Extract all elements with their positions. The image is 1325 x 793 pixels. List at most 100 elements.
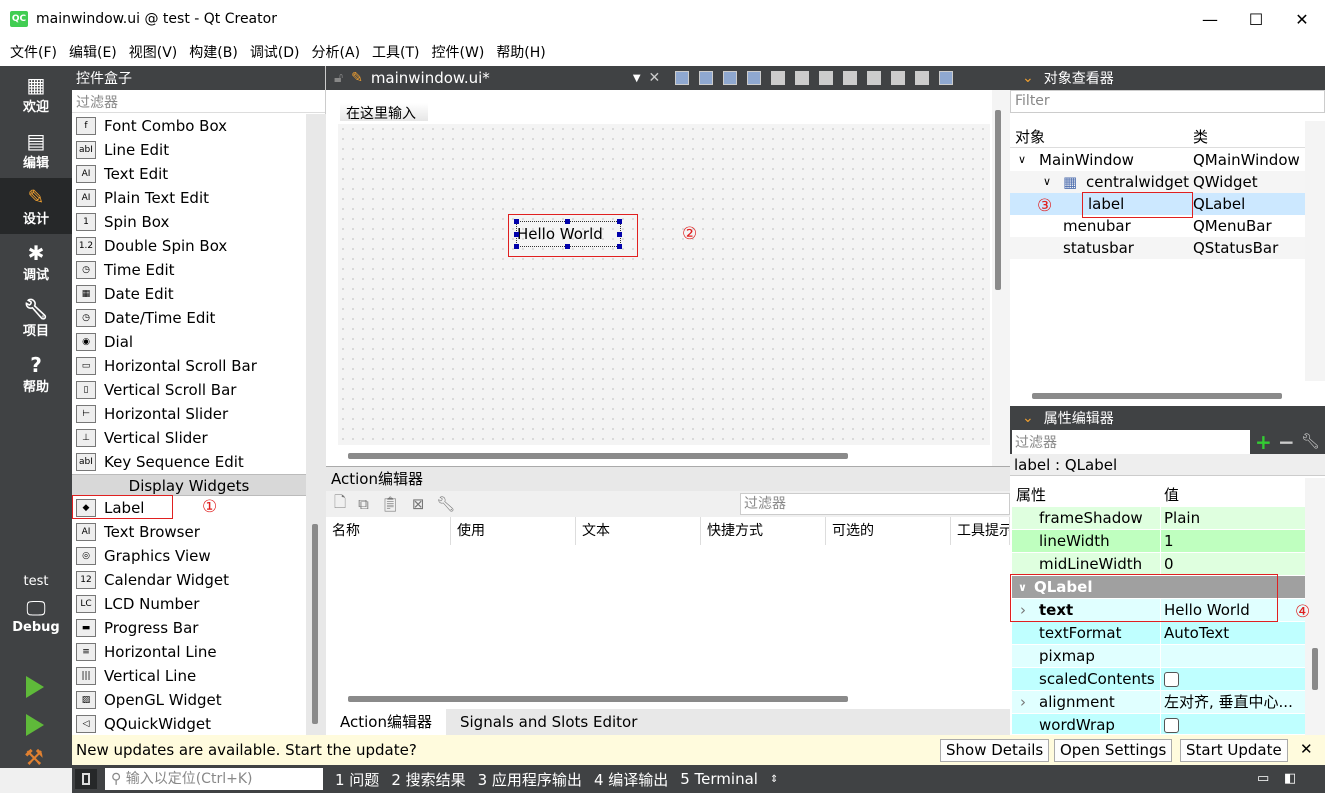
object-hscroll[interactable]	[1032, 393, 1282, 399]
scrollbar-thumb[interactable]	[312, 524, 318, 724]
menu-widgets[interactable]: 控件(W)	[426, 42, 491, 62]
property-row[interactable]: lineWidth 1	[1012, 530, 1312, 553]
column-name[interactable]: 名称	[326, 517, 451, 545]
widget-item[interactable]: ◷ Date/Time Edit	[72, 306, 306, 330]
tree-row-menubar[interactable]: menubar QMenuBar	[1010, 215, 1305, 237]
column-property[interactable]: 属性	[1016, 484, 1046, 505]
maximize-button[interactable]: ☐	[1233, 0, 1279, 38]
property-row[interactable]: wordWrap	[1012, 714, 1312, 737]
debug-run-icon[interactable]	[26, 714, 44, 736]
tab-action-editor[interactable]: Action编辑器	[326, 709, 446, 736]
remove-property-icon[interactable]: −	[1278, 430, 1295, 454]
scaled-contents-checkbox[interactable]	[1164, 672, 1179, 687]
kit-selector[interactable]: 🖵︎ Debug	[0, 596, 72, 635]
delete-action-icon[interactable]: ⊠	[412, 495, 425, 513]
output-search-results[interactable]: 2 搜索结果	[391, 769, 465, 790]
widget-item[interactable]: ▭ Horizontal Scroll Bar	[72, 354, 306, 378]
layout-vertical-icon[interactable]	[795, 71, 810, 85]
chevron-down-icon[interactable]: ⌄	[1022, 70, 1034, 86]
edit-tab-order-icon[interactable]	[747, 71, 762, 85]
column-value[interactable]: 值	[1164, 484, 1179, 505]
output-application[interactable]: 3 应用程序输出	[478, 769, 582, 790]
widget-item[interactable]: LC LCD Number	[72, 592, 306, 616]
layout-grid-icon[interactable]	[891, 71, 906, 85]
column-shortcut[interactable]: 快捷方式	[701, 517, 826, 545]
form-vscroll[interactable]	[992, 90, 1010, 466]
property-row[interactable]: pixmap	[1012, 645, 1312, 668]
add-property-icon[interactable]: +	[1255, 430, 1272, 454]
output-issues[interactable]: 1 问题	[335, 769, 379, 790]
widget-item[interactable]: AI Text Edit	[72, 162, 306, 186]
main-window-form[interactable]	[338, 124, 990, 445]
widget-item[interactable]: ▦ Date Edit	[72, 282, 306, 306]
configure-icon[interactable]: 🔧︎	[436, 495, 455, 513]
open-file-tab[interactable]: mainwindow.ui*	[371, 69, 633, 87]
column-class[interactable]: 类	[1193, 126, 1208, 147]
tab-signals-slots[interactable]: Signals and Slots Editor	[446, 709, 651, 736]
form-hscroll[interactable]	[348, 453, 848, 459]
widget-item[interactable]: abI Key Sequence Edit	[72, 450, 306, 474]
menu-help[interactable]: 帮助(H)	[490, 42, 551, 62]
layout-horizontal-icon[interactable]	[771, 71, 786, 85]
layout-h-splitter-icon[interactable]	[819, 71, 834, 85]
widget-item[interactable]: ◉ Dial	[72, 330, 306, 354]
menu-file[interactable]: 文件(F)	[4, 42, 63, 62]
property-row[interactable]: frameShadow Plain	[1012, 507, 1312, 530]
column-tooltip[interactable]: 工具提示	[951, 517, 1010, 545]
widget-item[interactable]: ◷ Time Edit	[72, 258, 306, 282]
more-outputs-icon[interactable]: ⇕	[770, 774, 778, 785]
layout-v-splitter-icon[interactable]	[843, 71, 858, 85]
open-settings-button[interactable]: Open Settings	[1054, 739, 1173, 762]
column-text[interactable]: 文本	[576, 517, 701, 545]
action-hscroll[interactable]	[348, 696, 848, 702]
menu-build[interactable]: 构建(B)	[183, 42, 244, 62]
property-row[interactable]: scaledContents	[1012, 668, 1312, 691]
edit-signals-icon[interactable]	[699, 71, 714, 85]
tree-row-statusbar[interactable]: statusbar QStatusBar	[1010, 237, 1305, 259]
toggle-sidebar-icon[interactable]	[75, 769, 97, 789]
configure-icon[interactable]: 🔧︎	[1301, 432, 1320, 450]
widget-category-display[interactable]: Display Widgets	[72, 474, 306, 496]
copy-action-icon[interactable]: ⧉	[358, 495, 369, 513]
mode-welcome[interactable]: ▦ 欢迎	[0, 66, 72, 122]
menu-placeholder[interactable]: 在这里输入	[340, 103, 428, 122]
property-row[interactable]: textFormat AutoText	[1012, 622, 1312, 645]
scrollbar-thumb[interactable]	[995, 110, 1001, 290]
action-filter-input[interactable]: 过滤器	[740, 493, 1010, 515]
run-icon[interactable]	[26, 676, 44, 698]
paste-action-icon[interactable]: 📋︎	[381, 495, 400, 513]
mode-edit[interactable]: ▤ 编辑	[0, 122, 72, 178]
property-filter-input[interactable]: 过滤器	[1012, 430, 1250, 454]
column-object[interactable]: 对象	[1015, 126, 1045, 147]
widget-item[interactable]: ||| Vertical Line	[72, 664, 306, 688]
menu-tools[interactable]: 工具(T)	[366, 42, 425, 62]
menu-view[interactable]: 视图(V)	[123, 42, 184, 62]
widget-item[interactable]: ⊢ Horizontal Slider	[72, 402, 306, 426]
mode-design[interactable]: ✎ 设计	[0, 178, 72, 234]
chevron-down-icon[interactable]: ⌄	[1022, 410, 1034, 426]
object-vscroll[interactable]	[1305, 121, 1325, 381]
widget-filter-input[interactable]: 过滤器	[72, 90, 325, 113]
widget-item[interactable]: ◎ Graphics View	[72, 544, 306, 568]
close-button[interactable]: ✕	[1279, 0, 1325, 38]
mode-help[interactable]: ? 帮助	[0, 346, 72, 402]
property-row[interactable]: midLineWidth 0	[1012, 553, 1312, 576]
widget-item[interactable]: ▬ Progress Bar	[72, 616, 306, 640]
chevron-down-icon[interactable]: ∨	[1043, 171, 1051, 193]
close-notification-icon[interactable]: ✕	[1300, 740, 1313, 758]
widget-item[interactable]: ◁ QQuickWidget	[72, 712, 306, 736]
adjust-size-icon[interactable]	[939, 71, 954, 85]
menu-edit[interactable]: 编辑(E)	[63, 42, 123, 62]
tree-row-centralwidget[interactable]: ∨ ▦ centralwidget QWidget	[1010, 171, 1305, 193]
chevron-right-icon[interactable]: ›	[1020, 691, 1026, 714]
menu-debug[interactable]: 调试(D)	[244, 42, 306, 62]
chevron-down-icon[interactable]: ∨	[1018, 149, 1026, 171]
break-layout-icon[interactable]	[915, 71, 930, 85]
output-terminal[interactable]: 5 Terminal	[680, 770, 758, 788]
layout-form-icon[interactable]	[867, 71, 882, 85]
edit-widgets-icon[interactable]	[675, 71, 690, 85]
widget-item[interactable]: AI Plain Text Edit	[72, 186, 306, 210]
widget-item[interactable]: ▨ OpenGL Widget	[72, 688, 306, 712]
build-hammer-icon[interactable]: ⚒︎	[24, 746, 44, 771]
scrollbar-thumb[interactable]	[1312, 648, 1318, 690]
